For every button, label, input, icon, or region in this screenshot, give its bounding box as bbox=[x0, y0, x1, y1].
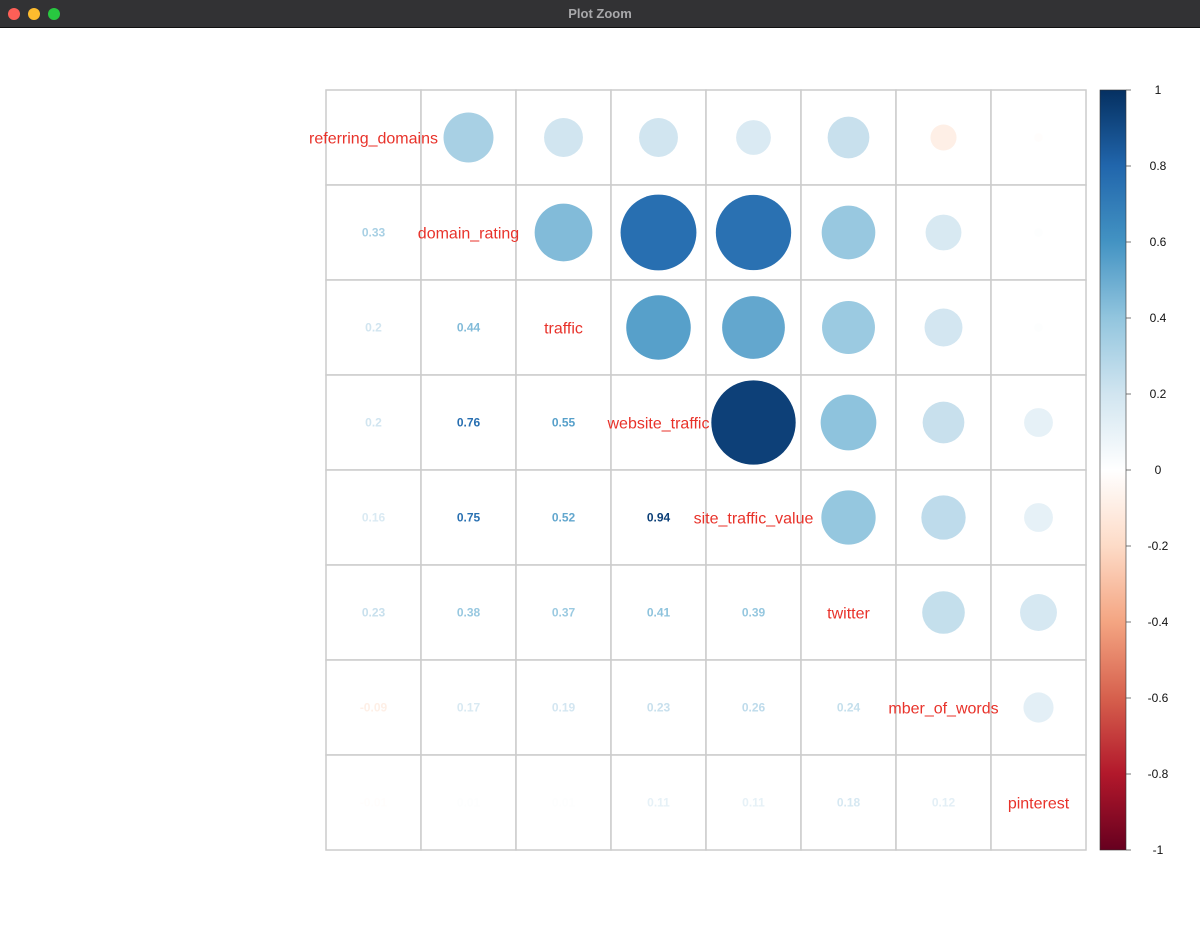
colorbar: 1 0.8 0.6 0.4 0.2 0 -0.2 -0.4 -0.6 -0.8 -1 bbox=[1099, 83, 1169, 857]
correlation-value: 0.11 bbox=[647, 796, 670, 810]
colorbar-tick-label: -0.6 bbox=[1148, 691, 1169, 705]
colorbar-tick-label: 0.8 bbox=[1150, 159, 1167, 173]
colorbar-tick-label: -0.8 bbox=[1148, 767, 1169, 781]
correlation-value: 0.2 bbox=[365, 416, 382, 430]
colorbar-tick-label: -1 bbox=[1153, 843, 1164, 857]
correlation-circle bbox=[827, 116, 870, 159]
colorbar-tick-label: -0.4 bbox=[1148, 615, 1169, 629]
correlation-value: 0.26 bbox=[742, 701, 766, 715]
plot-area: referring_domains 0.33 domain_rating 0.2 0.4… bbox=[0, 29, 1200, 928]
correlation-circle bbox=[620, 194, 697, 271]
correlation-circle bbox=[715, 194, 792, 271]
correlation-value: -0.01 bbox=[360, 796, 388, 810]
correlation-value: 0.01 bbox=[552, 796, 576, 810]
correlation-value: 0.23 bbox=[647, 701, 671, 715]
correlation-value: 0.37 bbox=[552, 606, 576, 620]
variable-label: domain_rating bbox=[418, 226, 519, 243]
variable-label: mber_of_words bbox=[888, 701, 998, 718]
correlation-value: 0.33 bbox=[362, 226, 386, 240]
correlation-value: 0.41 bbox=[647, 606, 671, 620]
correlation-value: 0.19 bbox=[552, 701, 576, 715]
correlation-value: 0.23 bbox=[362, 606, 386, 620]
correlation-circle bbox=[922, 401, 965, 444]
correlation-value: 0.2 bbox=[365, 321, 382, 335]
correlation-value: -0.09 bbox=[360, 701, 388, 715]
correlation-circle bbox=[639, 118, 678, 157]
correlation-circle bbox=[1034, 133, 1043, 142]
colorbar-tick-label: 0.6 bbox=[1150, 235, 1167, 249]
correlation-circle bbox=[1023, 692, 1054, 723]
colorbar-gradient bbox=[1099, 89, 1127, 851]
correlation-circle bbox=[822, 301, 875, 354]
window-title: Plot Zoom bbox=[568, 6, 632, 21]
correlation-circle bbox=[626, 295, 691, 360]
variable-label: traffic bbox=[544, 321, 583, 338]
correlation-circle bbox=[711, 380, 796, 465]
correlation-circle bbox=[1024, 503, 1053, 532]
correlation-circle bbox=[924, 308, 963, 347]
variable-label: pinterest bbox=[1008, 796, 1070, 813]
colorbar-tick-label: 0.2 bbox=[1150, 387, 1167, 401]
correlation-circle bbox=[925, 214, 962, 251]
variable-label: website_traffic bbox=[607, 416, 710, 433]
correlation-circle bbox=[736, 120, 771, 155]
window-titlebar: Plot Zoom bbox=[0, 0, 1200, 28]
colorbar-tick-label: -0.2 bbox=[1148, 539, 1169, 553]
colorbar-tick-label: 0.4 bbox=[1150, 311, 1167, 325]
correlation-value: 0.75 bbox=[457, 511, 481, 525]
correlation-circle bbox=[930, 124, 957, 151]
correlation-value: 0.17 bbox=[457, 701, 481, 715]
correlation-value: 0.94 bbox=[647, 511, 671, 525]
correlation-value: 0.38 bbox=[457, 606, 481, 620]
correlation-value: 0.52 bbox=[552, 511, 576, 525]
correlation-circle bbox=[1020, 594, 1057, 631]
correlation-value: 0.18 bbox=[837, 796, 861, 810]
correlation-circle bbox=[922, 591, 965, 634]
correlation-value: 0.12 bbox=[932, 796, 956, 810]
correlation-circle bbox=[544, 118, 583, 157]
correlation-value: 0.44 bbox=[457, 321, 481, 335]
correlation-circle bbox=[921, 495, 966, 540]
matrix-grid bbox=[325, 89, 1087, 851]
variable-label: twitter bbox=[827, 606, 870, 623]
correlation-value: 0.11 bbox=[742, 796, 765, 810]
correlation-circle bbox=[722, 296, 785, 359]
correlation-value: 0.39 bbox=[742, 606, 766, 620]
correlation-circle bbox=[821, 205, 876, 260]
correlation-circle bbox=[1034, 228, 1043, 237]
correlation-circle bbox=[821, 490, 876, 545]
correlation-plot: referring_domains 0.33 domain_rating 0.2 0.4… bbox=[309, 83, 1169, 857]
correlation-circle bbox=[534, 203, 593, 262]
correlation-value: 0.55 bbox=[552, 416, 576, 430]
correlation-circle bbox=[1034, 323, 1043, 332]
correlation-value: 0.24 bbox=[837, 701, 861, 715]
correlation-value: 0.16 bbox=[362, 511, 386, 525]
correlation-circle bbox=[1024, 408, 1053, 437]
correlation-value: 0.76 bbox=[457, 416, 481, 430]
variable-label: referring_domains bbox=[309, 131, 438, 148]
variable-label: site_traffic_value bbox=[694, 511, 814, 528]
colorbar-tick-label: 0 bbox=[1155, 463, 1162, 477]
correlation-value: 0.01 bbox=[457, 796, 481, 810]
colorbar-tick-label: 1 bbox=[1155, 83, 1162, 97]
correlation-circle bbox=[820, 394, 877, 451]
correlation-circle bbox=[443, 112, 494, 163]
